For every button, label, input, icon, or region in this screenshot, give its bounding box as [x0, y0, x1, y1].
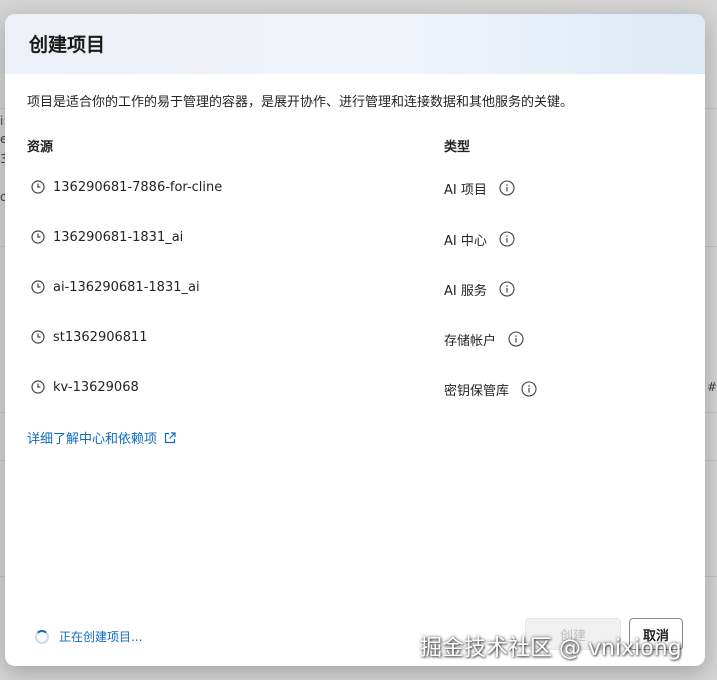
info-icon[interactable] — [499, 180, 515, 196]
clock-icon — [31, 330, 45, 344]
resource-type: 密钥保管库 — [444, 379, 537, 399]
resource-name: 136290681-1831_ai — [53, 229, 184, 245]
resource-name: 136290681-7886-for-cline — [53, 179, 223, 195]
resource-type: 存储帐户 — [444, 329, 524, 349]
clock-icon — [31, 180, 45, 194]
background-text-fragment: # — [707, 380, 717, 394]
resource-name: st1362906811 — [53, 329, 148, 345]
resource-column-header: 资源 — [27, 140, 54, 155]
resource-row: ai-136290681-1831_ai — [31, 277, 200, 297]
type-column-header: 类型 — [444, 140, 471, 155]
creation-status: 正在创建项目... — [35, 628, 142, 645]
dialog-header: 创建项目 — [5, 14, 705, 74]
learn-more-link[interactable]: 详细了解中心和依赖项 — [27, 428, 177, 447]
learn-more-label: 详细了解中心和依赖项 — [27, 432, 158, 447]
spinner-icon — [35, 629, 49, 644]
resource-type: AI 中心 — [444, 229, 515, 249]
resource-row: kv-13629068 — [31, 377, 139, 397]
dialog-description: 项目是适合你的工作的易于管理的容器，是展开协作、进行管理和连接数据和其他服务的关… — [27, 95, 574, 110]
info-icon[interactable] — [499, 231, 515, 247]
create-project-dialog: 创建项目 项目是适合你的工作的易于管理的容器，是展开协作、进行管理和连接数据和其… — [5, 14, 705, 666]
clock-icon — [31, 380, 45, 394]
resource-type-label: AI 项目 — [444, 182, 487, 198]
resource-type-label: 密钥保管库 — [444, 383, 510, 399]
dialog-title: 创建项目 — [29, 34, 106, 56]
cancel-button[interactable]: 取消 — [629, 618, 683, 650]
resource-type-label: AI 服务 — [444, 283, 487, 299]
resource-row: 136290681-1831_ai — [31, 227, 183, 247]
resource-row: st1362906811 — [31, 327, 148, 347]
info-icon[interactable] — [521, 381, 537, 397]
clock-icon — [31, 230, 45, 244]
resource-type: AI 项目 — [444, 178, 515, 198]
clock-icon — [31, 280, 45, 294]
resource-row: 136290681-7886-for-cline — [31, 177, 222, 197]
info-icon[interactable] — [499, 281, 515, 297]
resource-type-label: 存储帐户 — [444, 333, 497, 349]
external-link-icon — [164, 431, 176, 443]
resource-name: ai-136290681-1831_ai — [53, 279, 200, 295]
resource-name: kv-13629068 — [53, 379, 139, 395]
resource-type-label: AI 中心 — [444, 233, 487, 249]
create-button[interactable]: 创建 — [525, 618, 621, 650]
status-text: 正在创建项目... — [59, 630, 143, 644]
resource-type: AI 服务 — [444, 279, 515, 299]
info-icon[interactable] — [508, 331, 524, 347]
